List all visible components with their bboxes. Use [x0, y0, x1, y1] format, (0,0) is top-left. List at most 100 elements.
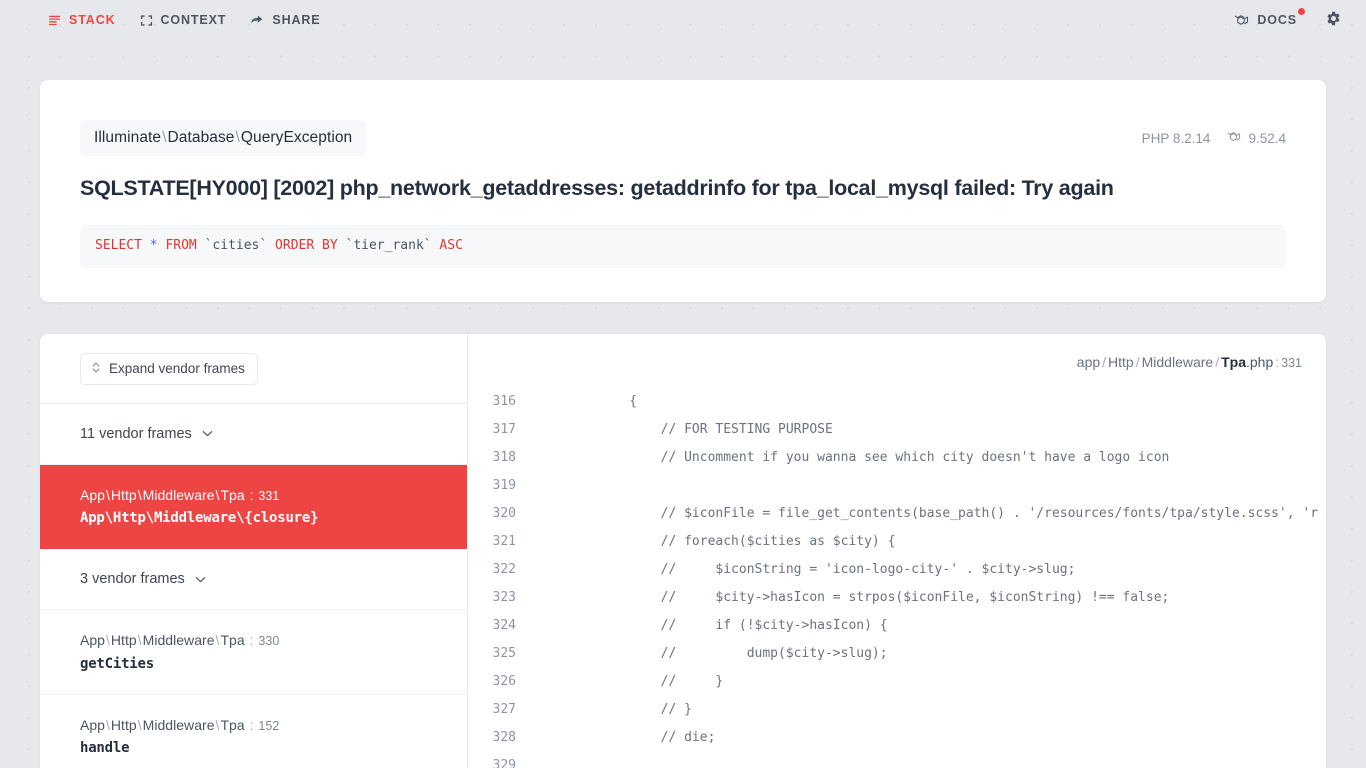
exception-class-part: QueryException [240, 129, 353, 146]
code-line-number: 324 [492, 618, 516, 634]
laravel-logo-icon [1234, 13, 1249, 28]
sql-identifier: `tier_rank` [337, 237, 440, 253]
sql-operator: * [149, 237, 158, 253]
exception-header: Illuminate\Database\QueryException PHP 8… [80, 120, 1286, 156]
stack-frame-path-part: Http [110, 486, 137, 503]
top-nav-right-group: DOCS [1222, 4, 1352, 36]
code-line: 327 // } [468, 696, 1326, 724]
share-arrow-icon [250, 13, 264, 27]
code-line: 321 // foreach($cities as $city) { [468, 528, 1326, 556]
stack-frame-path-part: Http [110, 716, 137, 733]
laravel-version-label: 9.52.4 [1248, 130, 1286, 146]
stack-frame-function: getCities [80, 655, 154, 672]
stack-frame-path-part: Tpa [220, 486, 245, 503]
code-line-number: 323 [492, 590, 516, 606]
code-line-number: 329 [492, 758, 516, 768]
code-listing: 316 {317 // FOR TESTING PURPOSE 318 // Un… [468, 388, 1326, 768]
code-line-number: 316 [492, 394, 516, 410]
exception-class-badge: Illuminate\Database\QueryException [80, 120, 367, 156]
code-line-text: { [598, 394, 638, 410]
code-line: 328 // die; [468, 724, 1326, 752]
code-line: 316 { [468, 388, 1326, 416]
tab-stack-label: STACK [69, 13, 116, 27]
breadcrumb-separator: / [1135, 353, 1140, 370]
sql-identifier: `cities` [196, 237, 276, 253]
breadcrumb-separator: / [1215, 353, 1220, 370]
breadcrumb-part: app [1076, 353, 1101, 370]
stack-frame-line-separator: : [245, 716, 258, 733]
code-line: 323 // $city->hasIcon = strpos($iconFile… [468, 584, 1326, 612]
breadcrumb-line-number: 331 [1281, 355, 1302, 370]
vendor-frames-toggle[interactable]: 3 vendor frames [40, 549, 467, 611]
code-line-number: 320 [492, 506, 516, 522]
code-line: 320 // $iconFile = file_get_contents(bas… [468, 500, 1326, 528]
stack-frame-path-part: Middleware [142, 716, 215, 733]
sql-keyword: SELECT [95, 237, 142, 253]
tab-share-label: SHARE [272, 13, 321, 27]
sql-keyword: ORDER BY [275, 237, 338, 253]
code-line: 325 // dump($city->slug); [468, 640, 1326, 668]
tab-stack[interactable]: STACK [36, 7, 128, 33]
code-line-text: // foreach($cities as $city) { [598, 534, 896, 550]
sql-query-block: SELECT * FROM `cities` ORDER BY `tier_ra… [80, 224, 1286, 268]
stack-frame-line-number: 330 [258, 634, 280, 649]
stack-frame-line-number: 152 [258, 718, 280, 733]
frames-toolbar: Expand vendor frames [40, 334, 467, 404]
stack-frame[interactable]: App\Http\Middleware\Tpa : 331 App\Http\Mi… [40, 464, 467, 550]
expand-vendor-frames-label: Expand vendor frames [109, 361, 245, 377]
stack-frame[interactable]: App\Http\Middleware\Tpa : 330 getCities [40, 610, 467, 695]
code-line: 329 [468, 752, 1326, 768]
docs-notification-dot [1298, 7, 1305, 15]
settings-button[interactable] [1315, 4, 1352, 36]
code-file-breadcrumb: app / Http / Middleware / Tpa.php:331 [468, 334, 1326, 388]
tab-context[interactable]: CONTEXT [128, 7, 239, 33]
code-line-text: // dump($city->slug); [598, 646, 888, 662]
code-line-number: 326 [492, 674, 516, 690]
stack-frame-path-part: App [80, 716, 105, 733]
breadcrumb-separator: : [1275, 353, 1280, 370]
php-version: PHP 8.2.14 [1142, 131, 1211, 146]
breadcrumb-file-name: Tpa [1221, 353, 1246, 370]
tab-context-label: CONTEXT [160, 13, 227, 27]
code-line-text: // } [598, 674, 724, 690]
code-line: 322 // $iconString = 'icon-logo-city-' .… [468, 556, 1326, 584]
code-line: 324 // if (!$city->hasIcon) { [468, 612, 1326, 640]
code-line-number: 321 [492, 534, 516, 550]
code-line-number: 325 [492, 646, 516, 662]
code-line: 317 // FOR TESTING PURPOSE [468, 416, 1326, 444]
code-line-number: 327 [492, 702, 516, 718]
stack-frame-path-part: Middleware [142, 632, 215, 649]
vendor-frames-toggle[interactable]: 11 vendor frames [40, 404, 467, 465]
expand-vendor-frames-button[interactable]: Expand vendor frames [80, 352, 258, 385]
code-line-text: // FOR TESTING PURPOSE [598, 422, 833, 438]
chevron-down-icon [194, 573, 207, 586]
code-line-text: // $iconString = 'icon-logo-city-' . $ci… [598, 562, 1076, 578]
stack-frame[interactable]: App\Http\Middleware\Tpa : 152 handle [40, 695, 467, 768]
breadcrumb-separator: / [1102, 353, 1107, 370]
gear-icon [1325, 10, 1342, 30]
code-line: 319 [468, 472, 1326, 500]
code-line-text: // $city->hasIcon = strpos($iconFile, $i… [598, 590, 1170, 606]
breadcrumb-part: Http [1108, 353, 1134, 370]
code-line: 318 // Uncomment if you wanna see which … [468, 444, 1326, 472]
code-line-text: // if (!$city->hasIcon) { [598, 618, 888, 634]
vendor-frames-label: 11 vendor frames [80, 425, 192, 442]
top-nav-group: STACK CONTEXT SHARE [36, 7, 333, 33]
chevron-up-down-icon [91, 361, 101, 377]
exception-class-part: Illuminate [94, 129, 162, 146]
code-line: 326 // } [468, 668, 1326, 696]
stack-frame-line-number: 331 [258, 488, 280, 503]
breadcrumb-part: Middleware [1141, 353, 1214, 370]
stack-frame-path-part: Http [110, 632, 137, 649]
code-line-text: // die; [598, 730, 716, 746]
code-line-number: 322 [492, 562, 516, 578]
context-frame-icon [140, 14, 153, 27]
code-line-number: 317 [492, 422, 516, 438]
stack-frame-function: handle [80, 740, 130, 757]
stack-trace-card: Expand vendor frames 11 vendor frames App… [40, 333, 1326, 768]
tab-share[interactable]: SHARE [238, 7, 332, 33]
frames-list: 11 vendor frames App\Http\Middleware\Tpa … [40, 404, 467, 768]
docs-button[interactable]: DOCS [1222, 7, 1309, 34]
exception-title: SQLSTATE[HY000] [2002] php_network_getad… [80, 176, 1114, 200]
